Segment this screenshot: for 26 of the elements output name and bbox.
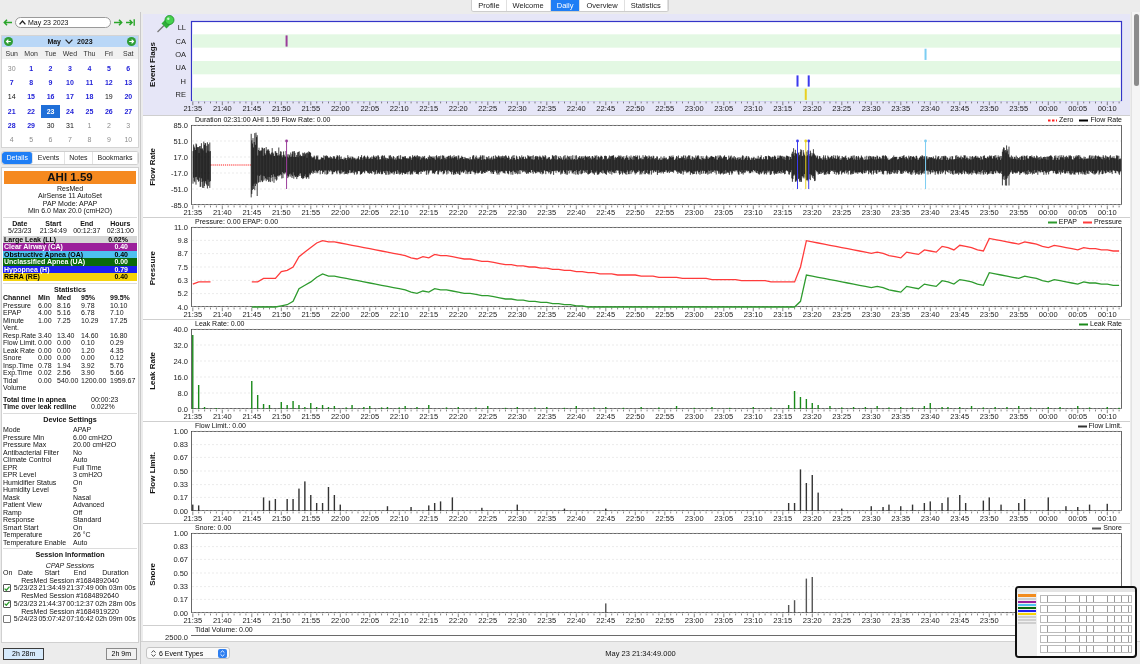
- caret-up-icon[interactable]: [19, 20, 26, 25]
- scrollbar-thumb[interactable]: [1133, 14, 1139, 86]
- scrollbar[interactable]: [1131, 12, 1140, 641]
- stepper-icon: [218, 648, 228, 658]
- next-month-icon[interactable]: [127, 37, 136, 46]
- forward-arrow-icon[interactable]: [114, 19, 123, 26]
- axis-title: Snore: [147, 563, 157, 586]
- up-down-icon: [151, 649, 156, 657]
- session-checkbox[interactable]: [3, 615, 11, 624]
- pushpin-icon: [156, 15, 176, 33]
- axis-title: Leak Rate: [147, 351, 157, 390]
- previous-month-icon[interactable]: [4, 37, 13, 46]
- axis-title: Flow Rate: [147, 147, 157, 186]
- session-checkbox[interactable]: [3, 599, 11, 608]
- axis-title: Pressure: [147, 251, 157, 286]
- checkmark-icon: [4, 585, 10, 591]
- checkmark-icon: [4, 601, 10, 607]
- axis-title: Flow Limit.: [147, 451, 157, 494]
- back-arrow-icon[interactable]: [3, 19, 12, 26]
- caret-down-icon[interactable]: [65, 39, 73, 44]
- jump-to-end-icon[interactable]: [126, 19, 135, 26]
- zero-line: [210, 164, 251, 166]
- thumbnail-drawing[interactable]: [1015, 586, 1137, 658]
- ahi-value: AHI 1.59: [4, 170, 136, 184]
- axis-title: Event Flags: [147, 42, 157, 87]
- session-checkbox[interactable]: [3, 584, 11, 593]
